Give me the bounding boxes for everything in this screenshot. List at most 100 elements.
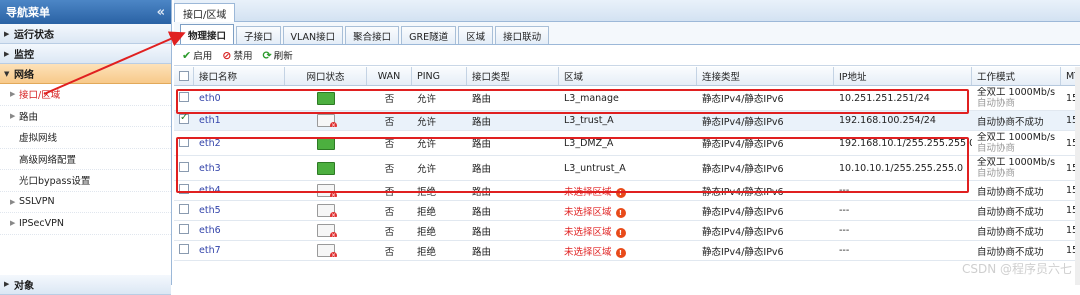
table-row[interactable]: eth7 × 否拒绝 路由 未选择区域! 静态IPv4/静态IPv6 --- 自动协商不成功 1…	[174, 241, 1080, 261]
sidebar-section-monitor[interactable]: ▶ 监控	[0, 44, 171, 64]
sidebar-item-label: SSLVPN	[19, 196, 55, 208]
row-checkbox[interactable]	[179, 224, 189, 234]
tab-zone[interactable]: 区域	[458, 26, 494, 44]
sidebar-item-label: 高级网络配置	[19, 154, 77, 166]
connection-type: 静态IPv4/静态IPv6	[702, 226, 784, 238]
breadcrumb[interactable]: 接口/区域	[174, 3, 236, 22]
column-header[interactable]: 连接类型	[697, 67, 834, 85]
sidebar-item-label: 虚拟网线	[19, 133, 58, 145]
sidebar-item-advanced-network[interactable]: 高级网络配置	[0, 148, 171, 170]
row-checkbox[interactable]	[179, 244, 189, 254]
port-down-icon: ×	[317, 204, 337, 217]
sidebar-item-sslvpn[interactable]: ▶ SSLVPN	[0, 191, 171, 213]
port-down-icon: ×	[317, 224, 337, 237]
sidebar-item-label: 路由	[19, 111, 39, 123]
enable-button[interactable]: ✔ 启用	[182, 48, 213, 63]
toolbar: ✔ 启用 ⊘ 禁用 ⟳ 刷新	[174, 45, 1080, 66]
chevron-right-icon: ▶	[4, 29, 10, 38]
interface-type: 路由	[472, 226, 492, 238]
tab-sub-interface[interactable]: 子接口	[236, 26, 281, 44]
tab-physical-interface[interactable]: 物理接口	[180, 24, 235, 44]
sidebar-header: 导航菜单 «	[0, 0, 171, 24]
work-mode-sub: 自动协商	[977, 98, 1016, 109]
ping-value: 拒绝	[417, 226, 437, 238]
zone-value: 未选择区域	[564, 206, 612, 218]
sidebar-item-label: IPSecVPN	[19, 217, 64, 229]
table-row[interactable]: eth1 × 否 允许 路由 L3_trust_A 静态IPv4/静态IPv6 192.168…	[174, 111, 1080, 131]
connection-type: 静态IPv4/静态IPv6	[702, 246, 784, 258]
disable-button[interactable]: ⊘ 禁用	[222, 48, 252, 63]
tab-strip: 物理接口 子接口 VLAN接口 聚合接口 GRE隧道 区域 接口联动	[174, 22, 1080, 45]
ip-address: ---	[839, 225, 850, 236]
column-header[interactable]: IP地址	[834, 67, 972, 85]
sidebar-section-network[interactable]: ▼ 网络	[0, 64, 171, 84]
highlight-box	[176, 89, 969, 114]
interface-name[interactable]: eth1	[194, 115, 285, 126]
column-header[interactable]: 接口类型	[467, 67, 559, 85]
column-header[interactable]: 网口状态	[285, 67, 367, 85]
enable-label: 启用	[193, 51, 213, 62]
ping-value: 拒绝	[417, 246, 437, 258]
tab-aggregate-interface[interactable]: 聚合接口	[345, 26, 400, 44]
connection-type: 静态IPv4/静态IPv6	[702, 116, 784, 128]
zone-value: 未选择区域	[564, 246, 612, 258]
interface-type: 路由	[472, 246, 492, 258]
port-down-icon: ×	[317, 244, 337, 257]
work-mode: 自动协商不成功	[977, 226, 1044, 238]
warning-icon: !	[615, 247, 626, 258]
vertical-scrollbar[interactable]	[1075, 67, 1080, 285]
ban-icon: ⊘	[222, 48, 232, 62]
ping-value: 拒绝	[417, 206, 437, 218]
table-row[interactable]: eth6 × 否拒绝 路由 未选择区域! 静态IPv4/静态IPv6 --- 自动协商不成功 1…	[174, 221, 1080, 241]
collapse-icon[interactable]: «	[157, 5, 165, 20]
interface-name[interactable]: eth7	[194, 245, 285, 256]
ping-value: 允许	[417, 116, 437, 128]
sidebar-item-virtual-wire[interactable]: 虚拟网线	[0, 127, 171, 149]
refresh-icon: ⟳	[262, 48, 272, 62]
sidebar-item-interface-zone[interactable]: ▶ 接口/区域	[0, 84, 171, 106]
interface-type: 路由	[472, 116, 492, 128]
sidebar-item-ipsecvpn[interactable]: ▶ IPSecVPN	[0, 213, 171, 235]
row-checkbox[interactable]	[179, 204, 189, 214]
work-mode: 自动协商不成功	[977, 246, 1044, 258]
ip-address: ---	[839, 205, 850, 216]
sidebar-spacer	[0, 234, 171, 275]
work-mode-sub: 自动协商	[977, 168, 1016, 179]
table-header: 接口名称 网口状态 WAN PING 接口类型 区域 连接类型 IP地址 工作模…	[174, 67, 1080, 86]
work-mode: 自动协商不成功	[977, 116, 1044, 128]
tab-interface-linkage[interactable]: 接口联动	[495, 26, 550, 44]
sidebar-item-route[interactable]: ▶ 路由	[0, 105, 171, 127]
tab-gre-tunnel[interactable]: GRE隧道	[401, 26, 457, 44]
tab-vlan-interface[interactable]: VLAN接口	[282, 26, 344, 44]
sidebar-section-label: 对象	[14, 280, 34, 292]
warning-icon: !	[615, 207, 626, 218]
wan-value: 否	[384, 206, 395, 218]
column-header[interactable]: 接口名称	[194, 67, 285, 85]
refresh-label: 刷新	[273, 51, 293, 62]
column-header[interactable]: 区域	[559, 67, 697, 85]
ip-address: 192.168.100.254/24	[839, 115, 936, 126]
sidebar-item-label: 接口/区域	[19, 90, 61, 102]
highlight-box	[176, 137, 969, 193]
column-header[interactable]: WAN	[367, 67, 412, 85]
sidebar-item-label: 光口bypass设置	[19, 176, 91, 188]
work-mode: 自动协商不成功	[977, 206, 1044, 218]
row-checkbox[interactable]	[179, 114, 189, 124]
interface-name[interactable]: eth5	[194, 205, 285, 216]
zone-value: 未选择区域	[564, 226, 612, 238]
column-header[interactable]: PING	[412, 67, 467, 85]
table-row[interactable]: eth5 × 否拒绝 路由 未选择区域! 静态IPv4/静态IPv6 --- 自动协商不成功 1…	[174, 201, 1080, 221]
sidebar-section-status[interactable]: ▶ 运行状态	[0, 24, 171, 44]
work-mode: 全双工 1000Mb/s	[977, 157, 1056, 168]
column-header[interactable]: 工作模式	[972, 67, 1061, 85]
chevron-right-icon: ▶	[10, 90, 16, 99]
chevron-right-icon: ▶	[4, 280, 10, 288]
sidebar-item-bypass[interactable]: 光口bypass设置	[0, 170, 171, 192]
refresh-button[interactable]: ⟳ 刷新	[262, 48, 293, 63]
sidebar-section-label: 监控	[14, 50, 34, 61]
chevron-right-icon: ▶	[10, 219, 16, 228]
interface-name[interactable]: eth6	[194, 225, 285, 236]
chevron-down-icon: ▼	[4, 69, 10, 78]
select-all-checkbox[interactable]	[179, 71, 189, 81]
wan-value: 否	[384, 116, 395, 128]
